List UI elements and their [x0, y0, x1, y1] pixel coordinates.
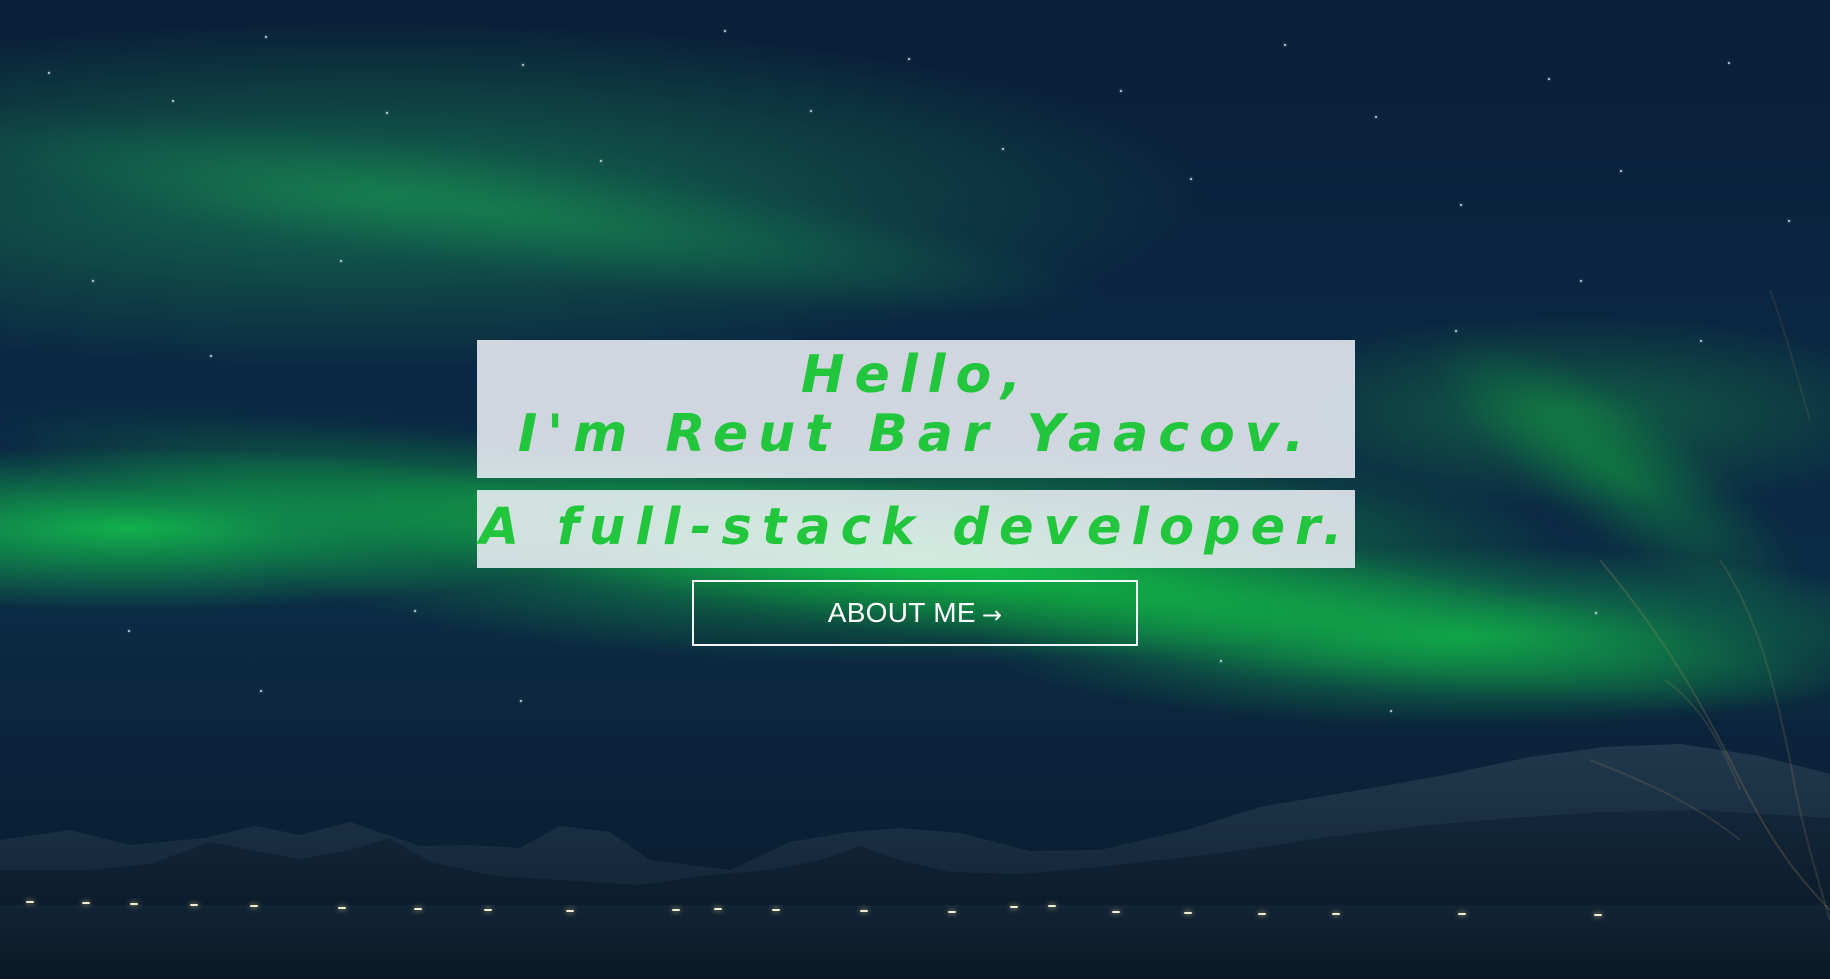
town-light: [1112, 911, 1120, 913]
star: [1620, 170, 1622, 172]
star: [1548, 78, 1550, 80]
star: [908, 58, 910, 60]
town-light: [250, 905, 258, 907]
star: [1728, 62, 1730, 64]
star: [1220, 660, 1222, 662]
star: [810, 110, 812, 112]
star: [600, 160, 602, 162]
star: [260, 690, 262, 692]
town-light: [1258, 913, 1266, 915]
star: [520, 700, 522, 702]
star: [1284, 44, 1286, 46]
upper-aurora-band: [0, 72, 1123, 358]
star: [1580, 280, 1582, 282]
star: [1190, 178, 1192, 180]
town-light: [484, 909, 492, 911]
star: [128, 630, 130, 632]
about-me-button[interactable]: ABOUT ME →: [692, 580, 1138, 646]
town-light: [1184, 912, 1192, 914]
hero-section: Hello, I'm Reut Bar Yaacov. A full-stack…: [0, 0, 1830, 979]
star: [1390, 710, 1392, 712]
star: [92, 280, 94, 282]
town-light: [338, 907, 346, 909]
about-me-label: ABOUT ME: [827, 597, 976, 628]
town-light: [714, 908, 722, 910]
town-light: [26, 901, 34, 903]
town-light: [566, 910, 574, 912]
town-light: [948, 911, 956, 913]
town-light: [82, 902, 90, 904]
town-light: [672, 909, 680, 911]
town-light: [860, 910, 868, 912]
star: [210, 355, 212, 357]
role-heading: A full-stack developer.: [479, 498, 1353, 557]
star: [172, 100, 174, 102]
town-light: [130, 903, 138, 905]
right-aurora-band: [1401, 293, 1829, 647]
star: [1002, 148, 1004, 150]
star: [1455, 330, 1457, 332]
star: [1120, 90, 1122, 92]
star: [1700, 340, 1702, 342]
star: [724, 30, 726, 32]
name-heading: I'm Reut Bar Yaacov.: [517, 404, 1315, 464]
town-light: [1048, 905, 1056, 907]
star: [1595, 612, 1597, 614]
town-light: [414, 908, 422, 910]
star: [340, 260, 342, 262]
star: [48, 72, 50, 74]
role-panel: A full-stack developer.: [477, 490, 1355, 568]
town-light: [1010, 906, 1018, 908]
greeting-heading: Hello,: [801, 345, 1031, 405]
intro-panel: Hello, I'm Reut Bar Yaacov.: [477, 340, 1355, 478]
town-light: [772, 909, 780, 911]
star: [1460, 204, 1462, 206]
star: [522, 64, 524, 66]
town-light: [1332, 913, 1340, 915]
arrow-right-icon: →: [981, 600, 1003, 629]
star: [1788, 220, 1790, 222]
star: [386, 112, 388, 114]
star: [1375, 116, 1377, 118]
star: [414, 610, 416, 612]
town-light: [1594, 914, 1602, 916]
town-light: [190, 904, 198, 906]
town-light: [1458, 913, 1466, 915]
star: [265, 36, 267, 38]
